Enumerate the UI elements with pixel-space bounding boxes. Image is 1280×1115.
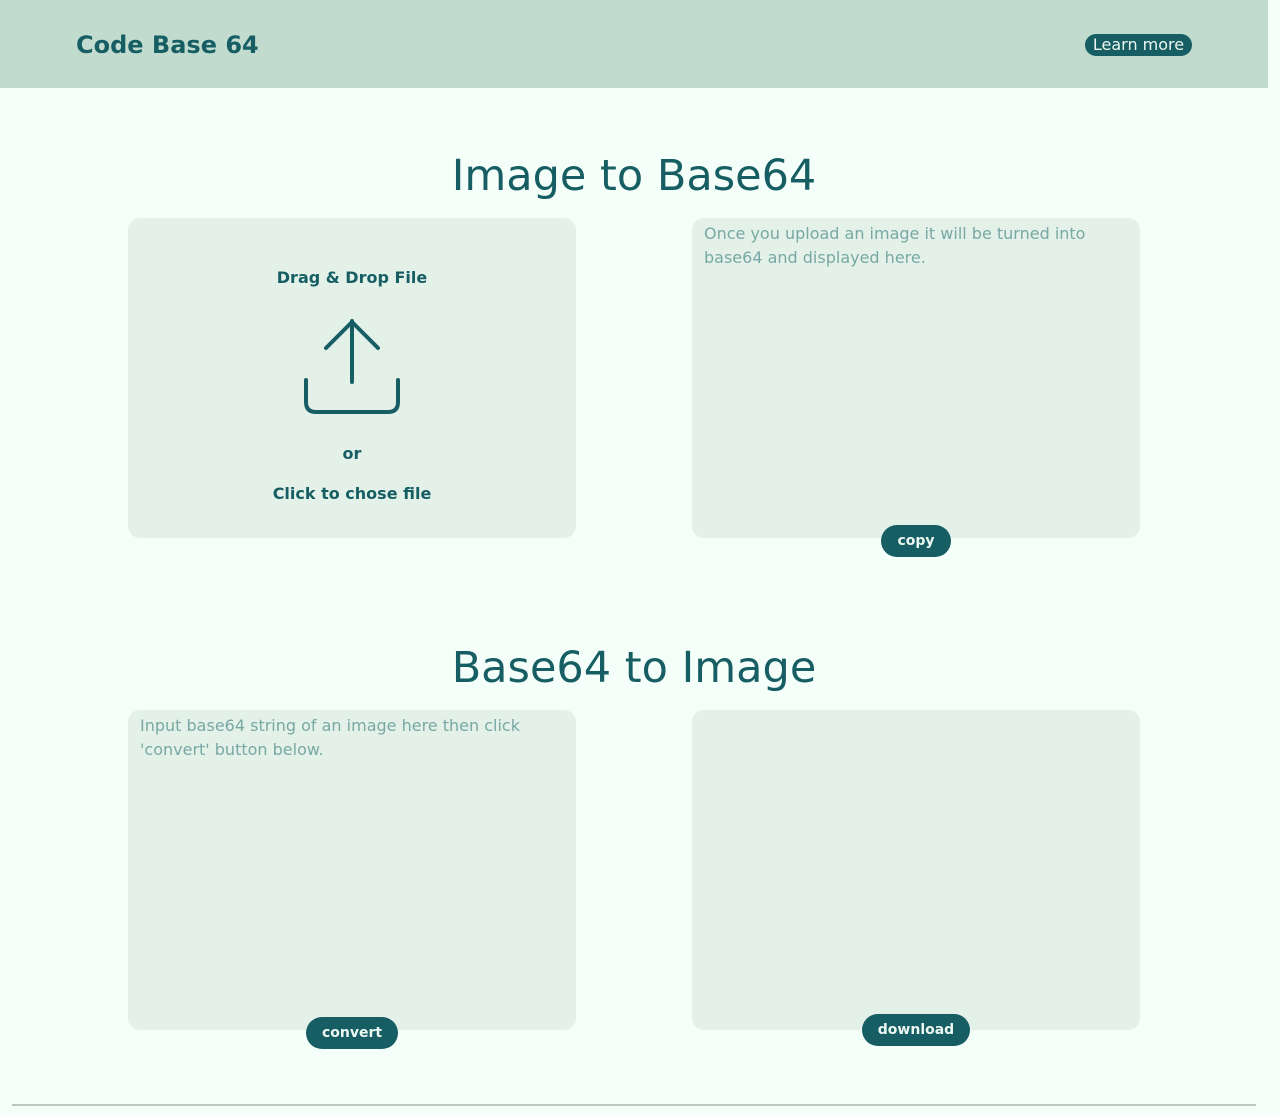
download-button[interactable]: download — [862, 1014, 970, 1046]
top-header: Code Base 64 Learn more — [0, 0, 1268, 88]
base64-input-field[interactable] — [128, 710, 576, 1030]
base64-output-field[interactable] — [692, 218, 1140, 538]
brand-title[interactable]: Code Base 64 — [76, 30, 259, 60]
upload-icon — [304, 319, 400, 414]
choose-file-link[interactable]: Click to chose file — [128, 484, 576, 504]
file-drop-zone[interactable]: Drag & Drop File or Click to chose file — [128, 218, 576, 538]
drop-title: Drag & Drop File — [276, 268, 428, 287]
learn-more-button[interactable]: Learn more — [1085, 34, 1192, 56]
base64-to-image-title: Base64 to Image — [451, 643, 817, 693]
or-label: or — [342, 444, 362, 463]
footer-divider — [12, 1104, 1256, 1106]
image-to-base64-title: Image to Base64 — [451, 151, 817, 201]
image-preview-area — [692, 710, 1140, 1030]
convert-button[interactable]: convert — [306, 1017, 398, 1049]
copy-button[interactable]: copy — [881, 525, 951, 557]
